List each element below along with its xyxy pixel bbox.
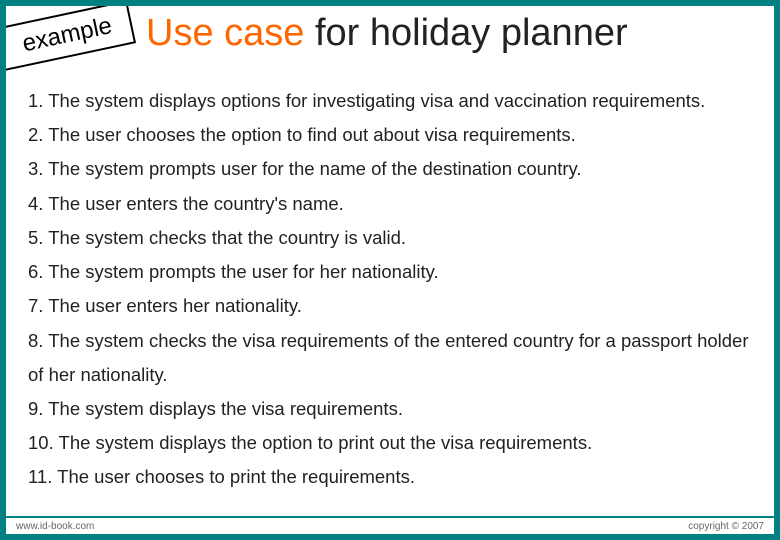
example-badge: example — [0, 0, 136, 72]
body-text: 1. The system displays options for inves… — [28, 84, 752, 495]
slide-container: example Use case for holiday planner 1. … — [0, 0, 780, 540]
title-rest: for holiday planner — [304, 12, 627, 54]
title-accent: Use case — [146, 12, 304, 54]
example-badge-text: example — [20, 12, 114, 57]
footer-right: copyright © 2007 — [688, 521, 764, 532]
slide-title: Use case for holiday planner — [146, 12, 764, 55]
slide-footer: www.id-book.com copyright © 2007 — [6, 516, 774, 534]
slide-body: 1. The system displays options for inves… — [28, 84, 752, 495]
footer-left: www.id-book.com — [16, 521, 94, 532]
